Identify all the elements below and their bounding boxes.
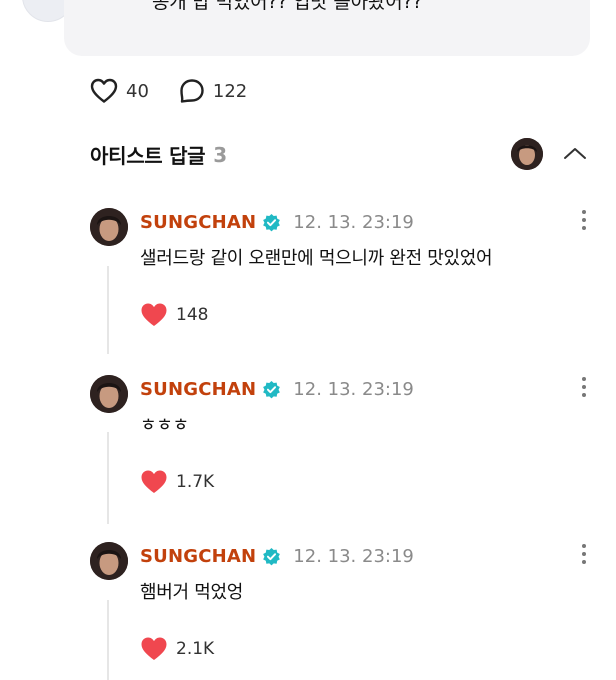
comment-text: ㅎㅎㅎ [140, 415, 189, 436]
artist-replies-title: 아티스트 답글 [90, 144, 206, 168]
more-options-button[interactable] [578, 208, 590, 232]
comment-author[interactable]: SUNGCHAN [140, 379, 256, 400]
artist-replies-count: 3 [213, 142, 228, 167]
comment-button[interactable]: 122 [179, 78, 247, 104]
comment-time: 12. 13. 23:19 [293, 546, 414, 567]
artist-replies-header: 아티스트 답글 3 [90, 140, 227, 169]
comment-meta: SUNGCHAN 12. 13. 23:19 [140, 212, 414, 233]
comment-meta: SUNGCHAN 12. 13. 23:19 [140, 546, 414, 567]
verified-badge-icon [262, 380, 281, 399]
heart-outline-icon [90, 78, 118, 103]
comment-like-button[interactable]: 1.7K [140, 469, 214, 495]
artist-comment: SUNGCHAN 12. 13. 23:19 햄버거 먹었엉 2.1K [90, 542, 600, 680]
comment-like-button[interactable]: 148 [140, 302, 208, 328]
comment-like-count: 1.7K [176, 472, 215, 492]
avatar-photo [90, 375, 128, 413]
post-text: 똥개 밥 먹었어?? 입맛 돌아왔어?? [152, 0, 423, 13]
comment-time: 12. 13. 23:19 [293, 379, 414, 400]
avatar-photo [511, 138, 543, 170]
collapse-button[interactable] [560, 140, 590, 166]
verified-badge-icon [262, 547, 281, 566]
verified-badge-icon [262, 213, 281, 232]
comment-text: 샐러드랑 같이 오랜만에 먹으니까 완전 맛있었어 [140, 248, 493, 269]
avatar-photo [90, 542, 128, 580]
post-card: 똥개 밥 먹었어?? 입맛 돌아왔어?? [64, 0, 590, 56]
comment-time: 12. 13. 23:19 [293, 212, 414, 233]
speech-bubble-icon [180, 79, 204, 103]
comment-author[interactable]: SUNGCHAN [140, 546, 256, 567]
more-options-button[interactable] [578, 375, 590, 399]
like-button[interactable]: 40 [90, 78, 149, 104]
heart-filled-icon [141, 470, 167, 493]
comment-count: 122 [212, 80, 248, 102]
heart-filled-icon [141, 637, 167, 660]
comment-text: 햄버거 먹었엉 [140, 582, 243, 603]
more-options-button[interactable] [578, 542, 590, 566]
comment-author[interactable]: SUNGCHAN [140, 212, 256, 233]
comment-avatar[interactable] [90, 208, 128, 246]
artist-comment: SUNGCHAN 12. 13. 23:19 ㅎㅎㅎ 1.7K [90, 375, 600, 525]
comment-avatar[interactable] [90, 542, 128, 580]
artist-comment: SUNGCHAN 12. 13. 23:19 샐러드랑 같이 오랜만에 먹으니까… [90, 208, 600, 358]
avatar-photo [90, 208, 128, 246]
like-count: 40 [126, 80, 149, 102]
chevron-up-icon [564, 148, 586, 159]
comment-like-count: 148 [176, 305, 209, 325]
reactions-bar: 40 122 [90, 78, 277, 104]
comment-like-count: 2.1K [176, 639, 215, 659]
heart-filled-icon [141, 303, 167, 326]
artist-avatar[interactable] [511, 138, 543, 170]
comment-avatar[interactable] [90, 375, 128, 413]
comment-like-button[interactable]: 2.1K [140, 636, 214, 662]
comment-meta: SUNGCHAN 12. 13. 23:19 [140, 379, 414, 400]
